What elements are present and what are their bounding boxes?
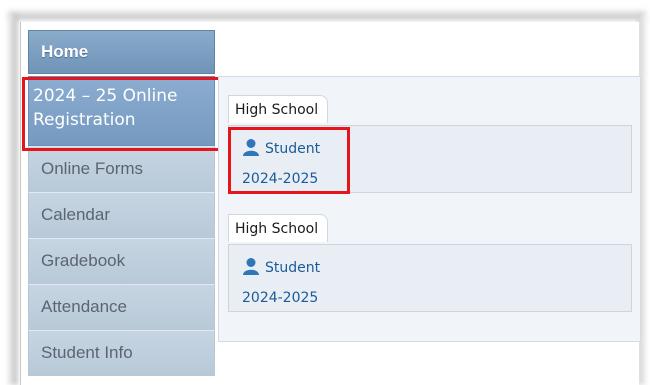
student-card: Student 2024-2025: [228, 244, 632, 312]
student-label: Student: [265, 260, 321, 276]
tab-high-school: High School: [228, 214, 329, 242]
sidebar-item-label: Gradebook: [41, 251, 126, 270]
sidebar-item-gradebook[interactable]: Gradebook: [28, 238, 215, 284]
sidebar-item-label: Calendar: [41, 205, 110, 224]
person-icon: [243, 258, 259, 275]
sidebar-item-calendar[interactable]: Calendar: [28, 192, 215, 238]
sidebar-item-online-forms[interactable]: Online Forms: [28, 146, 215, 192]
screenshot-frame-left: [6, 14, 18, 385]
sidebar-item-label-line1: 2024 – 25 Online: [33, 86, 178, 106]
sidebar-item-label: Home: [41, 42, 89, 61]
sidebar-item-attendance[interactable]: Attendance: [28, 284, 215, 330]
person-icon: [243, 139, 259, 156]
sidebar-item-student-info[interactable]: Student Info: [28, 330, 215, 376]
sidebar-item-label: Online Forms: [41, 159, 144, 178]
sidebar-item-label-line2: Registration: [33, 110, 136, 130]
tab-high-school: High School: [228, 95, 329, 123]
school-year[interactable]: 2024-2025: [242, 290, 318, 306]
sidebar-item-label: Attendance: [41, 297, 128, 316]
sidebar-item-home[interactable]: Home: [28, 30, 215, 74]
student-card: Student 2024-2025: [228, 125, 632, 193]
school-tab-label: High School: [235, 221, 319, 237]
sidebar-item-label: Student Info: [41, 343, 133, 362]
screenshot-frame-top: [8, 8, 646, 20]
student-link[interactable]: Student: [242, 257, 320, 276]
student-label: Student: [265, 141, 321, 157]
student-link[interactable]: Student: [242, 138, 320, 157]
school-year[interactable]: 2024-2025: [242, 171, 318, 187]
sidebar-item-online-registration[interactable]: 2024 – 25 Online Registration: [28, 76, 215, 146]
school-tab-label: High School: [235, 102, 319, 118]
